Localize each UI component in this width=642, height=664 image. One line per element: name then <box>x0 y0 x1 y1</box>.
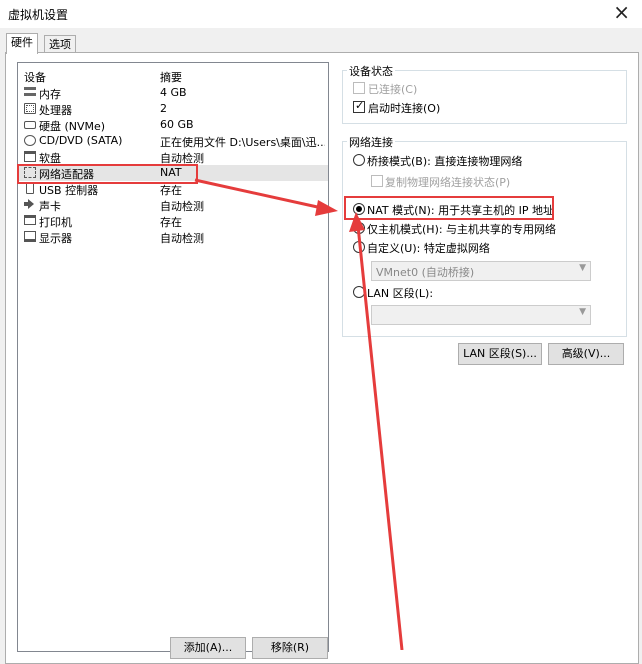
arrow-up-line <box>356 225 404 650</box>
arrow-up-head <box>349 212 365 232</box>
tab-hardware[interactable]: 硬件 <box>6 33 38 54</box>
arrow-to-nat-head <box>315 200 338 216</box>
annotation-arrows <box>194 178 404 650</box>
arrow-to-nat-line <box>194 178 323 210</box>
